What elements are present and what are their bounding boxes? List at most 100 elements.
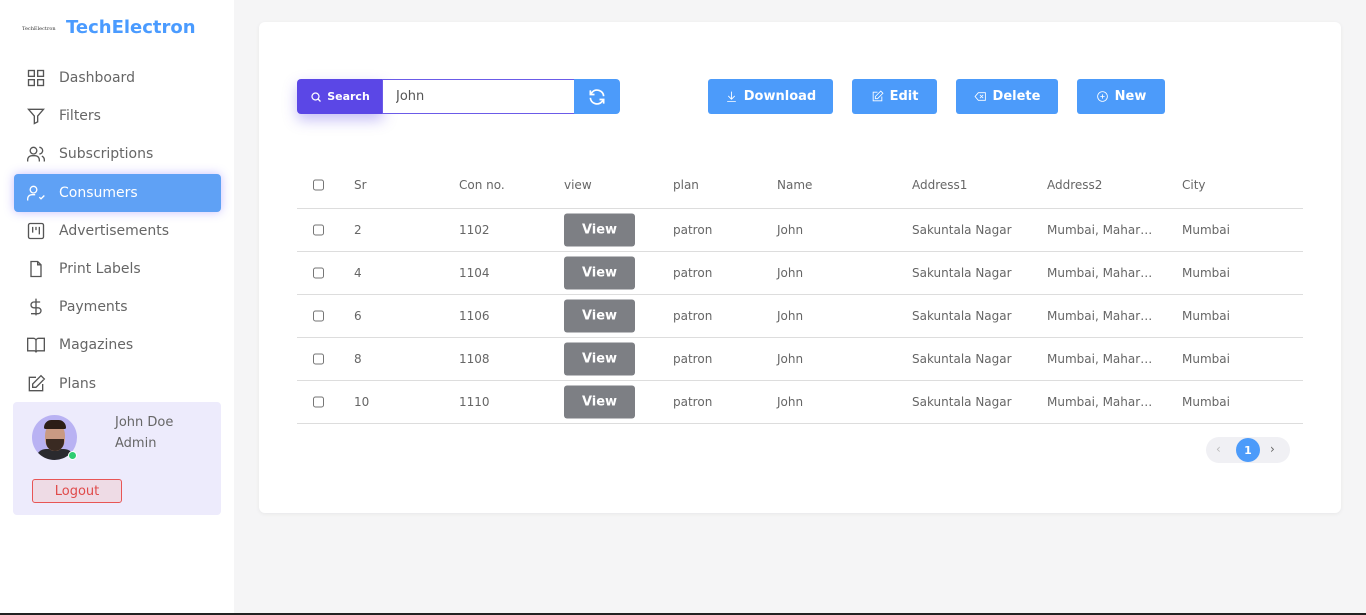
sidebar-item-label: Dashboard bbox=[59, 70, 135, 86]
cell-sr: 2 bbox=[354, 223, 362, 237]
sidebar-item-plans[interactable]: Plans bbox=[14, 365, 221, 403]
next-page-button[interactable]: › bbox=[1270, 442, 1275, 456]
header-city: City bbox=[1182, 178, 1206, 192]
sidebar: TechElectron TechElectron Dashboard Filte… bbox=[0, 0, 234, 615]
online-status-dot bbox=[68, 451, 77, 460]
sidebar-item-label: Payments bbox=[59, 299, 128, 316]
sidebar-item-print-labels[interactable]: Print Labels bbox=[14, 250, 221, 288]
row-checkbox[interactable] bbox=[313, 396, 324, 408]
sidebar-item-dashboard[interactable]: Dashboard bbox=[14, 59, 221, 97]
row-checkbox[interactable] bbox=[313, 224, 324, 236]
search-icon bbox=[311, 91, 322, 102]
delete-label: Delete bbox=[992, 89, 1041, 104]
refresh-icon bbox=[589, 88, 605, 105]
cell-address2: Mumbai, Maharashtra bbox=[1047, 395, 1153, 409]
cell-address1: Sakuntala Nagar bbox=[912, 395, 1012, 409]
header-con-no: Con no. bbox=[459, 178, 505, 192]
search-input[interactable] bbox=[382, 79, 575, 114]
header-view: view bbox=[564, 178, 592, 192]
row-checkbox[interactable] bbox=[313, 310, 324, 322]
backspace-icon bbox=[974, 92, 986, 101]
cell-con-no: 1108 bbox=[459, 352, 490, 366]
table-row: 10 1110 View patron John Sakuntala Nagar Mumba… bbox=[297, 381, 1303, 424]
sidebar-item-label: Subscriptions bbox=[59, 146, 154, 163]
cell-con-no: 1104 bbox=[459, 266, 490, 280]
sidebar-item-advertisements[interactable]: Advertisements bbox=[14, 212, 221, 250]
view-button[interactable]: View bbox=[564, 299, 635, 333]
download-label: Download bbox=[743, 89, 817, 104]
logo: TechElectron bbox=[22, 26, 56, 32]
user-card: John Doe Admin Logout bbox=[13, 402, 221, 515]
table-header: Sr Con no. view plan Name Address1 Addre… bbox=[297, 162, 1303, 209]
row-checkbox[interactable] bbox=[313, 267, 324, 279]
sidebar-item-label: Plans bbox=[59, 375, 97, 392]
edit-icon bbox=[28, 374, 46, 391]
cell-address2: Mumbai, Maharashtra bbox=[1047, 223, 1153, 237]
cell-con-no: 1110 bbox=[459, 395, 490, 409]
table-row: 2 1102 View patron John Sakuntala Nagar Mumbai… bbox=[297, 209, 1303, 252]
prev-page-button[interactable]: ‹ bbox=[1216, 442, 1221, 456]
sidebar-item-label: Print Labels bbox=[59, 261, 141, 277]
sidebar-item-magazines[interactable]: Magazines bbox=[14, 326, 221, 364]
dollar-icon bbox=[30, 298, 42, 316]
consumers-card: Search Download Edit Delete New Sr Con n… bbox=[259, 22, 1341, 513]
cell-con-no: 1102 bbox=[459, 223, 490, 237]
cell-city: Mumbai bbox=[1182, 352, 1230, 366]
sidebar-item-label: Advertisements bbox=[59, 222, 170, 239]
cell-address1: Sakuntala Nagar bbox=[912, 309, 1012, 323]
cell-city: Mumbai bbox=[1182, 266, 1230, 280]
cell-address1: Sakuntala Nagar bbox=[912, 223, 1012, 237]
sidebar-item-consumers[interactable]: Consumers bbox=[14, 173, 221, 212]
page-1-button[interactable]: 1 bbox=[1236, 438, 1260, 462]
user-name: John Doe bbox=[115, 415, 174, 430]
view-button[interactable]: View bbox=[564, 385, 635, 419]
search-button[interactable]: Search bbox=[297, 79, 383, 114]
sidebar-item-filters[interactable]: Filters bbox=[14, 97, 221, 135]
cell-address1: Sakuntala Nagar bbox=[912, 266, 1012, 280]
logout-button[interactable]: Logout bbox=[32, 479, 122, 503]
cell-plan: patron bbox=[673, 266, 713, 280]
grid-icon bbox=[27, 69, 45, 87]
view-button[interactable]: View bbox=[564, 256, 635, 290]
plus-circle-icon bbox=[1096, 91, 1108, 102]
sidebar-item-label: Magazines bbox=[59, 337, 134, 354]
cell-sr: 4 bbox=[354, 266, 362, 280]
delete-button[interactable]: Delete bbox=[956, 79, 1058, 114]
header-address1: Address1 bbox=[912, 178, 968, 192]
refresh-button[interactable] bbox=[574, 79, 620, 114]
header-sr: Sr bbox=[354, 178, 367, 192]
cell-address2: Mumbai, Maharashtra bbox=[1047, 309, 1153, 323]
cell-name: John bbox=[777, 223, 804, 237]
book-icon bbox=[27, 338, 45, 354]
cell-plan: patron bbox=[673, 223, 713, 237]
edit-label: Edit bbox=[889, 89, 919, 104]
sidebar-item-payments[interactable]: Payments bbox=[14, 288, 221, 326]
edit-button[interactable]: Edit bbox=[852, 79, 937, 114]
cell-name: John bbox=[777, 395, 804, 409]
new-button[interactable]: New bbox=[1077, 79, 1165, 114]
cell-city: Mumbai bbox=[1182, 309, 1230, 323]
brand-title: TechElectron bbox=[66, 17, 196, 38]
select-all-checkbox[interactable] bbox=[313, 179, 324, 191]
pagination: ‹ 1 › bbox=[1206, 437, 1290, 463]
filter-icon bbox=[27, 108, 45, 125]
cell-address1: Sakuntala Nagar bbox=[912, 352, 1012, 366]
cell-sr: 8 bbox=[354, 352, 362, 366]
users-icon bbox=[27, 147, 45, 162]
search-button-label: Search bbox=[327, 90, 370, 103]
view-button[interactable]: View bbox=[564, 342, 635, 376]
row-checkbox[interactable] bbox=[313, 353, 324, 365]
sidebar-item-label: Filters bbox=[59, 108, 101, 125]
table-row: 4 1104 View patron John Sakuntala Nagar Mumbai… bbox=[297, 252, 1303, 295]
cell-name: John bbox=[777, 309, 804, 323]
sidebar-item-subscriptions[interactable]: Subscriptions bbox=[14, 135, 221, 173]
cell-con-no: 1106 bbox=[459, 309, 490, 323]
header-address2: Address2 bbox=[1047, 178, 1103, 192]
cell-sr: 10 bbox=[354, 395, 370, 409]
user-check-icon bbox=[27, 185, 45, 201]
cell-name: John bbox=[777, 352, 804, 366]
file-icon bbox=[30, 260, 42, 278]
view-button[interactable]: View bbox=[564, 213, 635, 247]
download-button[interactable]: Download bbox=[708, 79, 833, 114]
cell-plan: patron bbox=[673, 395, 713, 409]
